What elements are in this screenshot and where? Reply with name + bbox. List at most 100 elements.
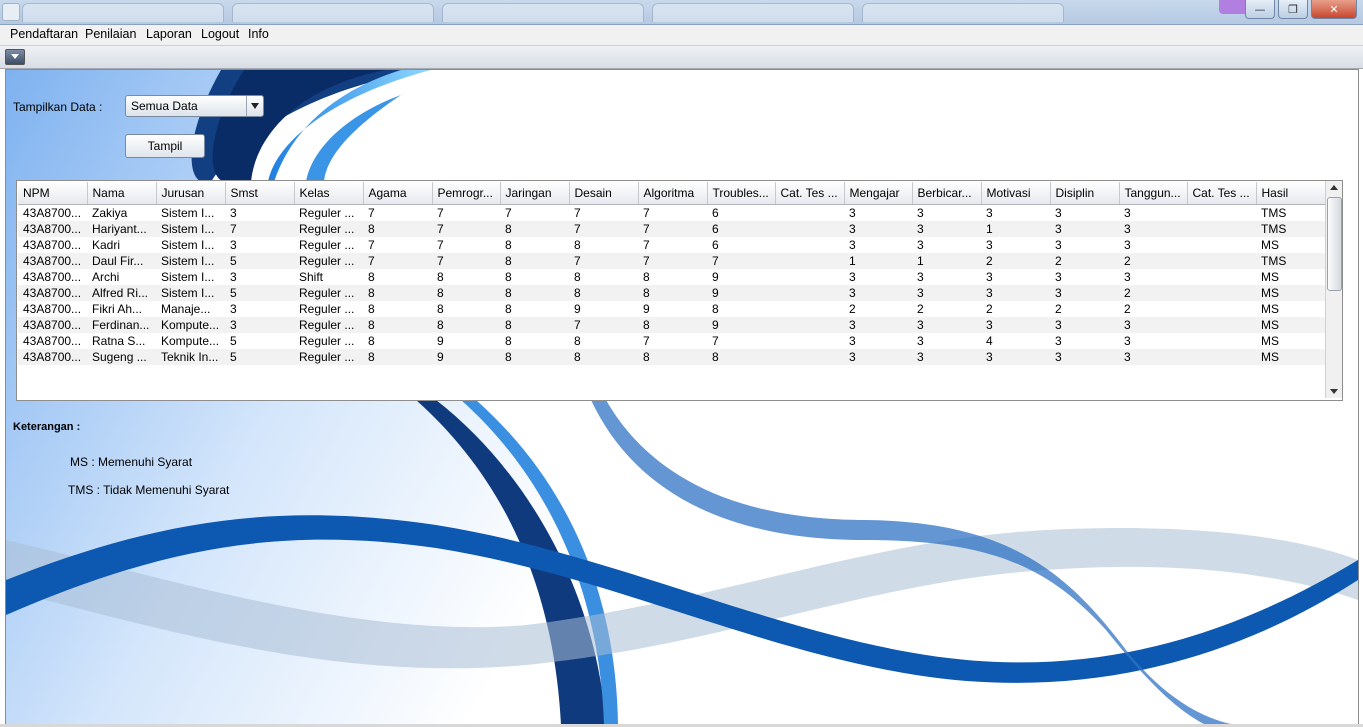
table-cell[interactable]	[775, 301, 844, 317]
table-row[interactable]: 43A8700... Ferdinan... Kompute... 3 Reguler …	[18, 317, 1326, 333]
table-cell[interactable]	[1187, 285, 1256, 301]
maximize-icon[interactable]: ❐	[1278, 0, 1308, 19]
table-cell[interactable]: 43A8700...	[18, 253, 87, 269]
table-cell[interactable]	[1187, 237, 1256, 253]
table-cell[interactable]: 7	[432, 205, 500, 222]
table-cell[interactable]: 7	[363, 253, 432, 269]
table-cell[interactable]: 8	[432, 301, 500, 317]
table-cell[interactable]: 8	[363, 285, 432, 301]
table-cell[interactable]: 8	[569, 333, 638, 349]
table-cell[interactable]: 8	[500, 221, 569, 237]
table-cell[interactable]	[775, 317, 844, 333]
table-cell[interactable]: 43A8700...	[18, 301, 87, 317]
table-cell[interactable]: 43A8700...	[18, 221, 87, 237]
table-cell[interactable]: 9	[569, 301, 638, 317]
table-cell[interactable]: Archi	[87, 269, 156, 285]
table-row[interactable]: 43A8700... Zakiya Sistem I... 3 Reguler ... 7…	[18, 205, 1326, 222]
table-cell[interactable]: 2	[912, 301, 981, 317]
column-header-cat-tes-1[interactable]: Cat. Tes ...	[775, 182, 845, 205]
table-cell[interactable]: Ratna S...	[87, 333, 156, 349]
menu-info[interactable]: Info	[248, 27, 269, 41]
table-cell[interactable]: 3	[912, 237, 981, 253]
table-cell[interactable]: MS	[1256, 285, 1326, 301]
table-cell[interactable]: 8	[432, 285, 500, 301]
table-cell[interactable]: Fikri Ah...	[87, 301, 156, 317]
table-cell[interactable]: 43A8700...	[18, 269, 87, 285]
table-cell[interactable]: 3	[844, 285, 912, 301]
table-cell[interactable]: 43A8700...	[18, 285, 87, 301]
table-cell[interactable]: 7	[569, 205, 638, 222]
table-cell[interactable]: 9	[432, 333, 500, 349]
table-cell[interactable]: Reguler ...	[294, 205, 363, 222]
column-header-jaringan[interactable]: Jaringan	[500, 182, 570, 205]
table-cell[interactable]: 3	[225, 301, 294, 317]
table-cell[interactable]: 7	[569, 253, 638, 269]
table-row[interactable]: 43A8700... Kadri Sistem I... 3 Reguler ... 7 7…	[18, 237, 1326, 253]
table-cell[interactable]: 3	[981, 269, 1050, 285]
table-cell[interactable]: 3	[912, 317, 981, 333]
table-cell[interactable]: 3	[912, 221, 981, 237]
table-cell[interactable]: Sistem I...	[156, 285, 225, 301]
table-cell[interactable]: 3	[844, 333, 912, 349]
table-cell[interactable]	[1187, 269, 1256, 285]
table-cell[interactable]: Daul Fir...	[87, 253, 156, 269]
scroll-up-icon[interactable]	[1326, 181, 1342, 195]
table-row[interactable]: 43A8700... Sugeng ... Teknik In... 5 Reguler…	[18, 349, 1326, 365]
table-row[interactable]: 43A8700... Daul Fir... Sistem I... 5 Reguler…	[18, 253, 1326, 269]
table-cell[interactable]: Sistem I...	[156, 269, 225, 285]
table-cell[interactable]: Sistem I...	[156, 221, 225, 237]
table-cell[interactable]: 43A8700...	[18, 317, 87, 333]
table-cell[interactable]: 3	[1119, 237, 1187, 253]
table-cell[interactable]: 1	[912, 253, 981, 269]
table-cell[interactable]: 43A8700...	[18, 349, 87, 365]
table-cell[interactable]: 3	[981, 285, 1050, 301]
table-row[interactable]: 43A8700... Fikri Ah... Manaje... 3 Reguler .…	[18, 301, 1326, 317]
table-cell[interactable]: 7	[638, 237, 707, 253]
table-cell[interactable]: 7	[638, 205, 707, 222]
column-header-troubleshooting[interactable]: Troubles...	[707, 182, 776, 205]
table-cell[interactable]	[1187, 221, 1256, 237]
table-row[interactable]: 43A8700... Ratna S... Kompute... 5 Reguler .…	[18, 333, 1326, 349]
table-cell[interactable]	[775, 221, 844, 237]
table-cell[interactable]: Reguler ...	[294, 349, 363, 365]
table-cell[interactable]	[775, 237, 844, 253]
table-cell[interactable]: 8	[569, 237, 638, 253]
column-header-nama[interactable]: Nama	[87, 182, 157, 205]
table-cell[interactable]: 3	[1050, 205, 1119, 222]
table-cell[interactable]: 1	[981, 221, 1050, 237]
table-cell[interactable]: 8	[363, 269, 432, 285]
column-header-desain[interactable]: Desain	[569, 182, 639, 205]
table-cell[interactable]: 3	[225, 317, 294, 333]
table-cell[interactable]: 3	[1119, 333, 1187, 349]
table-cell[interactable]: 8	[638, 317, 707, 333]
table-cell[interactable]: 4	[981, 333, 1050, 349]
table-cell[interactable]: 8	[500, 253, 569, 269]
column-header-mengajar[interactable]: Mengajar	[844, 182, 913, 205]
table-cell[interactable]: 8	[363, 333, 432, 349]
table-cell[interactable]: 9	[707, 285, 775, 301]
table-cell[interactable]: 2	[1119, 301, 1187, 317]
table-cell[interactable]: 2	[844, 301, 912, 317]
table-cell[interactable]: Hariyant...	[87, 221, 156, 237]
table-cell[interactable]: 3	[1050, 221, 1119, 237]
table-cell[interactable]	[1187, 301, 1256, 317]
table-cell[interactable]: 8	[569, 349, 638, 365]
table-cell[interactable]: 9	[432, 349, 500, 365]
table-cell[interactable]: 8	[500, 317, 569, 333]
table-row[interactable]: 43A8700... Hariyant... Sistem I... 7 Reguler…	[18, 221, 1326, 237]
table-cell[interactable]: 9	[707, 269, 775, 285]
table-cell[interactable]: 8	[638, 349, 707, 365]
column-header-algoritma[interactable]: Algoritma	[638, 182, 708, 205]
table-cell[interactable]: 8	[500, 301, 569, 317]
column-header-disiplin[interactable]: Disiplin	[1050, 182, 1120, 205]
table-cell[interactable]: Ferdinan...	[87, 317, 156, 333]
table-cell[interactable]: 7	[638, 253, 707, 269]
table-cell[interactable]	[1187, 349, 1256, 365]
table-row[interactable]: 43A8700... Archi Sistem I... 3 Shift 8 8 8 8 8 9 3 3…	[18, 269, 1326, 285]
chevron-down-icon[interactable]	[246, 96, 263, 116]
table-cell[interactable]: 9	[707, 317, 775, 333]
menu-pendaftaran[interactable]: Pendaftaran	[10, 27, 78, 41]
frame-menu-dropdown-icon[interactable]	[5, 49, 25, 65]
table-cell[interactable]: 8	[363, 317, 432, 333]
table-cell[interactable]: Sugeng ...	[87, 349, 156, 365]
